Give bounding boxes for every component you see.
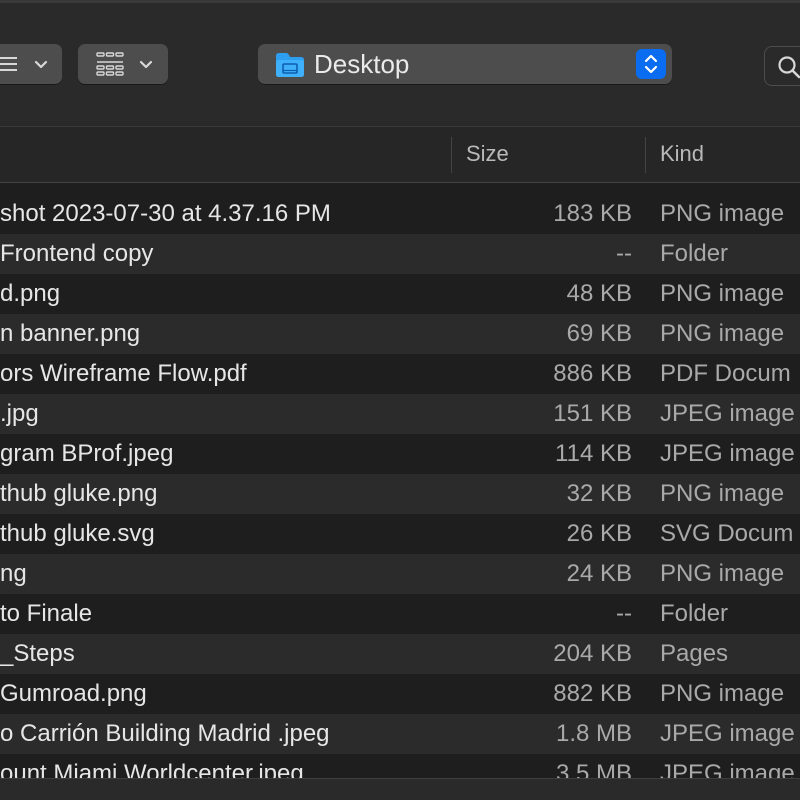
list-view-button[interactable]	[0, 44, 62, 84]
file-row[interactable]: .jpg 151 KB JPEG image	[0, 394, 800, 434]
file-name: thub gluke.png	[0, 480, 158, 507]
file-size: 151 KB	[553, 400, 632, 427]
file-size: 3.5 MB	[555, 760, 632, 778]
file-size: 183 KB	[553, 200, 632, 227]
file-name: Gumroad.png	[0, 680, 147, 707]
file-row[interactable]: ors Wireframe Flow.pdf 886 KB PDF Docum	[0, 354, 800, 394]
file-kind: JPEG image	[660, 760, 795, 778]
file-row[interactable]: d.png 48 KB PNG image	[0, 274, 800, 314]
file-list: shot 2023-07-30 at 4.37.16 PM 183 KB PNG…	[0, 183, 800, 778]
file-size: --	[616, 600, 632, 627]
file-name: ount Miami Worldcenter.jpeg	[0, 760, 304, 778]
file-row[interactable]: Gumroad.png 882 KB PNG image	[0, 674, 800, 714]
file-row[interactable]: n banner.png 69 KB PNG image	[0, 314, 800, 354]
grid-icon	[96, 52, 124, 76]
file-name: ors Wireframe Flow.pdf	[0, 360, 247, 387]
file-kind: PNG image	[660, 480, 785, 507]
file-name: _Steps	[0, 640, 75, 667]
file-size: 1.8 MB	[555, 720, 632, 747]
file-row[interactable]: ount Miami Worldcenter.jpeg 3.5 MB JPEG …	[0, 754, 800, 778]
file-name: thub gluke.svg	[0, 520, 155, 547]
file-kind: PNG image	[660, 680, 785, 707]
file-row[interactable]: _Steps 204 KB Pages	[0, 634, 800, 674]
file-kind: Folder	[660, 600, 729, 627]
file-name: .jpg	[0, 400, 39, 427]
file-row[interactable]: to Finale -- Folder	[0, 594, 800, 634]
file-kind: PNG image	[660, 200, 785, 227]
file-kind: PDF Docum	[660, 360, 791, 387]
file-name: o Carrión Building Madrid .jpeg	[0, 720, 330, 747]
column-divider[interactable]	[645, 137, 646, 173]
file-size: 26 KB	[566, 520, 632, 547]
toolbar: Desktop	[0, 3, 800, 126]
file-name: ng	[0, 560, 27, 587]
chevron-down-icon	[139, 57, 153, 71]
popup-stepper[interactable]	[636, 49, 666, 79]
file-kind: Folder	[660, 240, 729, 267]
column-header: Size Kind	[0, 126, 800, 183]
location-popup-button[interactable]: Desktop	[258, 44, 672, 84]
group-by-button[interactable]	[78, 44, 168, 84]
file-row[interactable]: ng 24 KB PNG image	[0, 554, 800, 594]
chevron-up-down-icon	[643, 53, 659, 75]
search-icon	[777, 55, 800, 79]
file-row[interactable]: gram BProf.jpeg 114 KB JPEG image	[0, 434, 800, 474]
file-kind: JPEG image	[660, 440, 795, 467]
search-button[interactable]	[764, 46, 800, 86]
column-divider[interactable]	[451, 137, 452, 173]
file-size: 48 KB	[566, 280, 632, 307]
file-name: shot 2023-07-30 at 4.37.16 PM	[0, 200, 331, 227]
file-name: to Finale	[0, 600, 93, 627]
file-rows: shot 2023-07-30 at 4.37.16 PM 183 KB PNG…	[0, 194, 800, 778]
column-header-kind[interactable]: Kind	[660, 139, 704, 169]
file-kind: JPEG image	[660, 400, 795, 427]
file-kind: PNG image	[660, 320, 785, 347]
file-size: 24 KB	[566, 560, 632, 587]
file-size: 882 KB	[553, 680, 632, 707]
file-size: 204 KB	[553, 640, 632, 667]
file-size: 886 KB	[553, 360, 632, 387]
file-row[interactable]: thub gluke.svg 26 KB SVG Docum	[0, 514, 800, 554]
status-bar	[0, 778, 800, 800]
file-row[interactable]: Frontend copy -- Folder	[0, 234, 800, 274]
file-size: 114 KB	[555, 440, 632, 467]
file-name: Frontend copy	[0, 240, 154, 267]
location-label: Desktop	[314, 49, 410, 79]
file-size: 32 KB	[566, 480, 632, 507]
file-size: 69 KB	[566, 320, 632, 347]
list-icon	[0, 54, 20, 74]
file-row[interactable]: shot 2023-07-30 at 4.37.16 PM 183 KB PNG…	[0, 194, 800, 234]
file-kind: SVG Docum	[660, 520, 794, 547]
file-kind: Pages	[660, 640, 729, 667]
file-name: gram BProf.jpeg	[0, 440, 174, 467]
file-kind: PNG image	[660, 280, 785, 307]
column-header-size[interactable]: Size	[466, 139, 509, 169]
file-kind: PNG image	[660, 560, 785, 587]
file-row[interactable]: thub gluke.png 32 KB PNG image	[0, 474, 800, 514]
file-size: --	[616, 240, 632, 267]
finder-window: Desktop Size Kind shot 2023-07-30 at 4.3…	[0, 0, 800, 800]
file-row[interactable]: o Carrión Building Madrid .jpeg 1.8 MB J…	[0, 714, 800, 754]
folder-icon	[275, 52, 305, 78]
chevron-down-icon	[34, 57, 48, 71]
file-name: d.png	[0, 280, 61, 307]
file-name: n banner.png	[0, 320, 141, 347]
file-kind: JPEG image	[660, 720, 795, 747]
